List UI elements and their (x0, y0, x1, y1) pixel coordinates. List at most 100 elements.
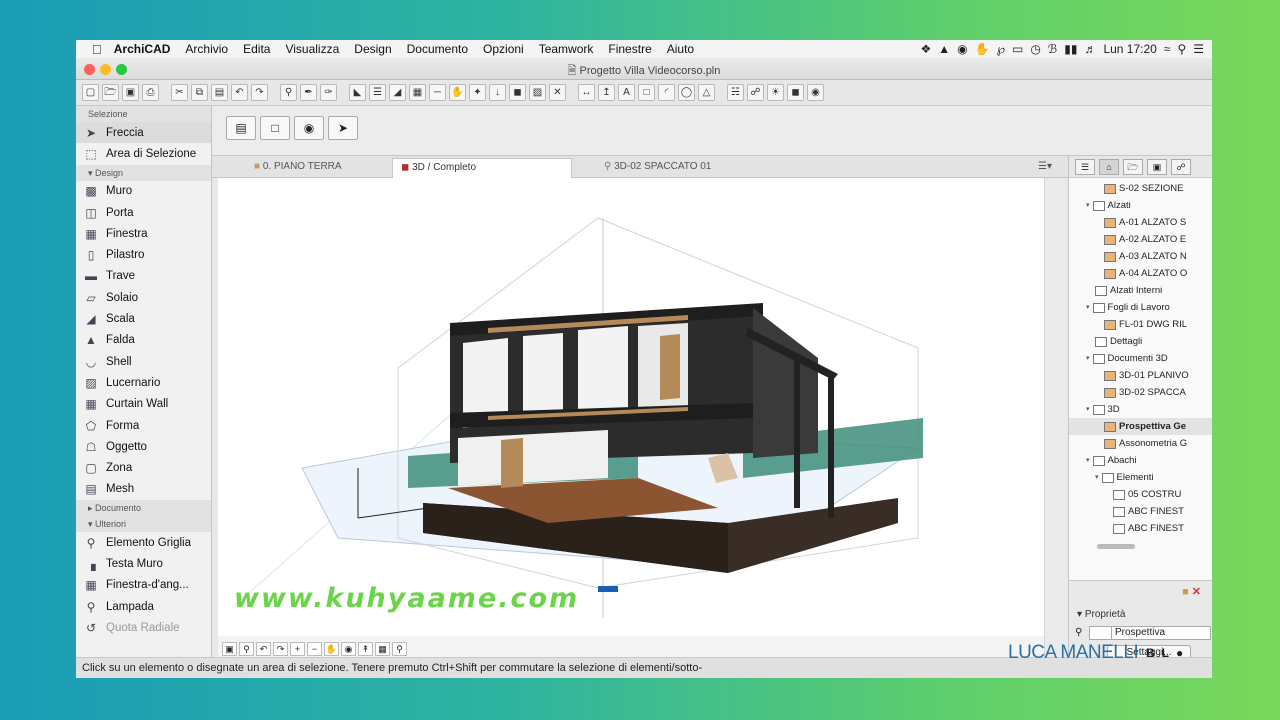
time-machine-icon[interactable]: ◷ (1030, 42, 1040, 56)
navigator-item[interactable]: ABC FINEST (1069, 503, 1212, 520)
document-header[interactable]: ▸ Documento (76, 500, 211, 517)
pickup-parameters-icon[interactable]: ✒ (300, 84, 317, 101)
surface-icon[interactable]: ◼ (787, 84, 804, 101)
tool-finestra-angolo[interactable]: ▦ Finestra-d'ang... (76, 575, 211, 596)
wifi-icon[interactable]: ≈ (1164, 42, 1171, 56)
orbit-icon[interactable]: ◉ (294, 116, 324, 140)
tool-freccia[interactable]: ➤ Freccia (76, 122, 211, 144)
zoom-next-icon[interactable]: ↷ (273, 642, 288, 656)
tab-overflow-menu[interactable]: ☰▾ (1038, 158, 1068, 178)
navigator-item[interactable]: Prospettiva Ge (1069, 418, 1212, 435)
eye-icon[interactable]: ◉ (957, 42, 967, 56)
teamwork-icon[interactable]: ☵ (727, 84, 744, 101)
open-file-icon[interactable]: 🗁 (102, 84, 119, 101)
project-map-icon[interactable]: ⌂ (1099, 158, 1119, 175)
view-name-field[interactable]: Prospettiva (1111, 626, 1211, 640)
tool-forma[interactable]: ⬠ Forma (76, 415, 211, 436)
3d-window-icon[interactable]: ▨ (529, 84, 546, 101)
dimension-icon[interactable]: ↔ (578, 84, 595, 101)
drive-icon[interactable]: ▲ (938, 42, 950, 56)
new-view-folder-icon[interactable]: ■ (1182, 586, 1189, 598)
fit-in-window-icon[interactable]: ▦ (375, 642, 390, 656)
tab-piano-terra[interactable]: ■ 0. PIANO TERRA (246, 158, 396, 178)
rectangle-icon[interactable]: □ (638, 84, 655, 101)
expand-triangle-icon[interactable]: ▾ (1086, 350, 1090, 367)
apple-icon[interactable]:  (92, 42, 102, 57)
menu-finestre[interactable]: Finestre (608, 42, 651, 56)
close-icon[interactable]: ✕ (549, 84, 566, 101)
save-icon[interactable]: ▣ (122, 84, 139, 101)
navigator-menu-icon[interactable]: ☰ (1075, 158, 1095, 175)
zoom-fit-icon[interactable]: ▣ (222, 642, 237, 656)
cut-icon[interactable]: ✂ (171, 84, 188, 101)
gravity-icon[interactable]: ↓ (489, 84, 506, 101)
tab-3d-completo[interactable]: ◼ 3D / Completo (392, 158, 572, 178)
navigator-item[interactable]: A-03 ALZATO N (1069, 248, 1212, 265)
navigator-item[interactable]: A-01 ALZATO S (1069, 214, 1212, 231)
navigator-item[interactable]: ▾ 3D (1069, 401, 1212, 418)
fill-icon[interactable]: △ (698, 84, 715, 101)
tab-3d-spaccato[interactable]: ⚲ 3D-02 SPACCATO 01 (596, 158, 776, 178)
navigator-item[interactable]: ABC FINEST (1069, 520, 1212, 537)
navigator-item[interactable]: ▾ Abachi (1069, 452, 1212, 469)
cursor-snap-icon[interactable]: ✋ (449, 84, 466, 101)
navigator-item[interactable]: ▾ Fogli di Lavoro (1069, 299, 1212, 316)
navigator-item[interactable]: Assonometria G (1069, 435, 1212, 452)
guide-line-icon[interactable]: ─ (429, 84, 446, 101)
publisher-icon[interactable]: ☍ (1171, 158, 1191, 175)
navigator-item[interactable]: ▾ Alzati (1069, 197, 1212, 214)
pen-set-icon[interactable]: ☰ (369, 84, 386, 101)
tool-falda[interactable]: ▲ Falda (76, 330, 211, 351)
menu-archivio[interactable]: Archivio (185, 42, 228, 56)
navigator-item[interactable]: A-02 ALZATO E (1069, 231, 1212, 248)
pen-icon[interactable]: ℘ (997, 42, 1005, 56)
zoom-out-icon[interactable]: − (307, 642, 322, 656)
tool-quota-radiale[interactable]: ↺ Quota Radiale (76, 617, 211, 638)
bluetooth-icon[interactable]: ℬ (1048, 42, 1057, 56)
print-icon[interactable]: ⎙ (142, 84, 159, 101)
navigator-item[interactable]: 05 COSTRU (1069, 486, 1212, 503)
navigator-item[interactable]: A-04 ALZATO O (1069, 265, 1212, 282)
design-header[interactable]: ▾ Design (76, 164, 211, 181)
tool-area-di-selezione[interactable]: ⬚ Area di Selezione (76, 143, 211, 164)
delete-view-icon[interactable]: ✕ (1192, 586, 1201, 598)
zoom-slider-icon[interactable]: ⚲ (392, 642, 407, 656)
menu-clock[interactable]: Lun 17:20 (1103, 42, 1156, 56)
tool-finestra[interactable]: ▦ Finestra (76, 223, 211, 244)
expand-triangle-icon[interactable]: ▾ (1086, 197, 1090, 214)
menu-visualizza[interactable]: Visualizza (285, 42, 339, 56)
expand-triangle-icon[interactable]: ▾ (1086, 401, 1090, 418)
right-splitter[interactable] (1044, 178, 1068, 662)
view-map-icon[interactable]: 🗁 (1123, 158, 1143, 175)
dropbox-icon[interactable]: ❖ (921, 42, 932, 56)
new-file-icon[interactable]: ▢ (82, 84, 99, 101)
layout-book-icon[interactable]: ▣ (1147, 158, 1167, 175)
copy-icon[interactable]: ⧉ (191, 84, 208, 101)
menu-aiuto[interactable]: Aiuto (667, 42, 694, 56)
arrow-tool-icon[interactable]: ➤ (328, 116, 358, 140)
airplay-icon[interactable]: ▭ (1012, 42, 1023, 56)
volume-icon[interactable]: ♬ (1084, 42, 1096, 56)
zoom-in-icon[interactable]: + (290, 642, 305, 656)
navigator-item[interactable]: 3D-01 PLANIVO (1069, 367, 1212, 384)
tool-shell[interactable]: ◡ Shell (76, 351, 211, 372)
layer-icon[interactable]: ◣ (349, 84, 366, 101)
tool-porta[interactable]: ◫ Porta (76, 202, 211, 223)
menu-design[interactable]: Design (354, 42, 391, 56)
text-icon[interactable]: A (618, 84, 635, 101)
menu-opzioni[interactable]: Opzioni (483, 42, 524, 56)
3d-view-icon[interactable]: ◼ (509, 84, 526, 101)
navigator-item[interactable]: S-02 SEZIONE (1069, 180, 1212, 197)
explore-icon[interactable]: ↟ (358, 642, 373, 656)
tool-oggetto[interactable]: ☖ Oggetto (76, 436, 211, 457)
bim-check-icon[interactable]: ◉ (807, 84, 824, 101)
undo-icon[interactable]: ↶ (231, 84, 248, 101)
tool-testa-muro[interactable]: ▗ Testa Muro (76, 553, 211, 574)
menu-documento[interactable]: Documento (407, 42, 468, 56)
zoom-window-icon[interactable]: ⚲ (239, 642, 254, 656)
navigator-item[interactable]: ▾ Documenti 3D (1069, 350, 1212, 367)
notification-center-icon[interactable]: ☰ (1193, 42, 1204, 56)
hand-icon[interactable]: ✋ (975, 42, 990, 56)
zoom-previous-icon[interactable]: ↶ (256, 642, 271, 656)
expand-triangle-icon[interactable]: ▾ (1095, 469, 1099, 486)
